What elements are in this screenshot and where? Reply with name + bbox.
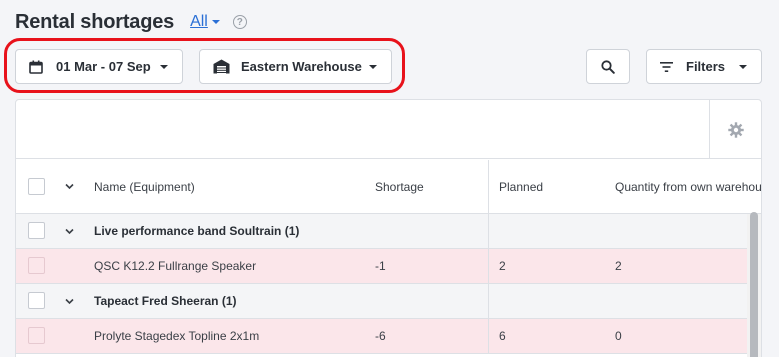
row-checkbox[interactable]	[28, 257, 45, 274]
column-divider	[488, 214, 489, 248]
warehouse-button[interactable]: Eastern Warehouse	[199, 49, 392, 84]
caret-down-icon	[369, 65, 377, 69]
chevron-down-icon[interactable]	[65, 297, 74, 306]
shortages-table-panel: Name (Equipment) Shortage Planned Quanti…	[15, 99, 762, 357]
scope-filter-dropdown[interactable]: All	[190, 13, 220, 31]
gear-icon	[727, 121, 744, 138]
column-header-planned[interactable]: Planned	[499, 160, 543, 213]
select-all-checkbox[interactable]	[28, 178, 45, 195]
calendar-icon	[29, 60, 43, 74]
equipment-name: QSC K12.2 Fullrange Speaker	[94, 259, 257, 273]
group-name: Live performance band Soultrain (1)	[94, 224, 300, 238]
search-icon	[601, 59, 615, 74]
search-button[interactable]	[586, 49, 630, 84]
planned-value: 6	[499, 329, 506, 343]
group-row[interactable]: Live performance band Soultrain (1)	[16, 214, 761, 249]
column-divider	[488, 284, 489, 318]
scope-filter-label[interactable]: All	[190, 13, 208, 31]
group-name: Tapeact Fred Sheeran (1)	[94, 294, 237, 308]
column-header-shortage[interactable]: Shortage	[375, 160, 424, 213]
caret-down-icon	[739, 65, 747, 69]
column-header-name[interactable]: Name (Equipment)	[94, 160, 195, 213]
date-range-label: 01 Mar - 07 Sep	[56, 59, 151, 74]
own-quantity-value: 0	[615, 329, 622, 343]
planned-value: 2	[499, 259, 506, 273]
filter-lines-icon	[660, 61, 673, 72]
row-checkbox[interactable]	[28, 292, 45, 309]
caret-down-icon	[160, 65, 168, 69]
page-title: Rental shortages	[15, 10, 175, 33]
row-checkbox[interactable]	[28, 222, 45, 239]
filters-label: Filters	[686, 59, 726, 74]
group-row[interactable]: Tapeact Fred Sheeran (1)	[16, 284, 761, 319]
chevron-down-icon[interactable]	[65, 227, 74, 236]
column-divider	[488, 160, 489, 213]
filters-button[interactable]: Filters	[646, 49, 762, 84]
warehouse-icon	[213, 59, 230, 74]
column-header-own-quantity[interactable]: Quantity from own warehouse	[615, 160, 761, 213]
warehouse-label: Eastern Warehouse	[241, 59, 362, 74]
own-quantity-value: 2	[615, 259, 622, 273]
table-toolbar	[16, 100, 761, 159]
row-checkbox[interactable]	[28, 327, 45, 344]
table-settings-button[interactable]	[709, 100, 761, 159]
table-row[interactable]: Prolyte Stagedex Topline 2x1m -6 6 0	[16, 319, 761, 354]
caret-down-icon	[211, 20, 220, 24]
help-icon[interactable]: ?	[232, 15, 247, 29]
date-range-button[interactable]: 01 Mar - 07 Sep	[15, 49, 183, 84]
shortage-value: -1	[375, 259, 386, 273]
column-divider	[488, 319, 489, 353]
table-row[interactable]: QSC K12.2 Fullrange Speaker -1 2 2	[16, 249, 761, 284]
scrollbar-thumb[interactable]	[750, 212, 758, 357]
chevron-down-icon[interactable]	[65, 182, 74, 191]
equipment-name: Prolyte Stagedex Topline 2x1m	[94, 329, 260, 343]
column-divider	[488, 249, 489, 283]
page-header: Rental shortages All ?	[15, 9, 247, 35]
table-header: Name (Equipment) Shortage Planned Quanti…	[16, 160, 761, 214]
shortage-value: -6	[375, 329, 386, 343]
